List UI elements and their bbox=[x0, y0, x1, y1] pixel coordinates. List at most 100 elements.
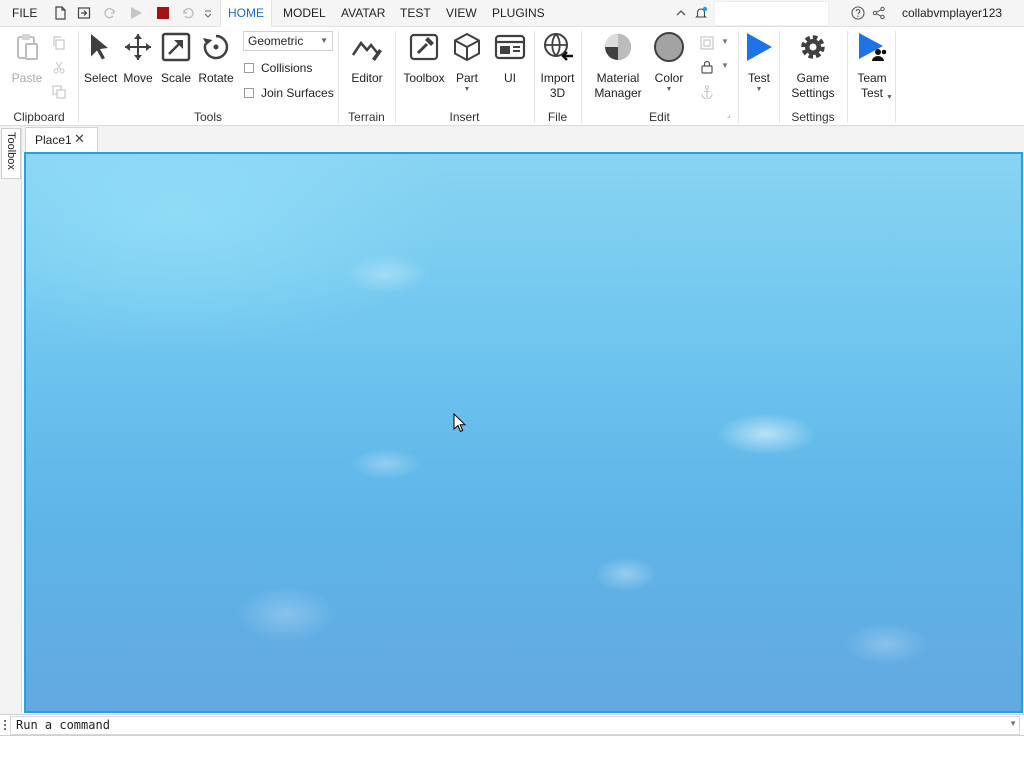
group-separator bbox=[895, 31, 896, 123]
tab-view[interactable]: VIEW bbox=[446, 0, 477, 27]
3d-viewport[interactable] bbox=[24, 152, 1023, 713]
part-button[interactable]: Part ▼ bbox=[451, 31, 483, 94]
copy-icon[interactable] bbox=[52, 36, 66, 50]
close-icon[interactable]: ✕ bbox=[74, 131, 85, 147]
toolbox-label: Toolbox bbox=[403, 71, 445, 85]
duplicate-icon[interactable] bbox=[52, 85, 66, 99]
chevron-down-icon[interactable]: ▼ bbox=[1009, 719, 1017, 728]
settings-group-label: Settings bbox=[791, 110, 835, 124]
move-tool-button[interactable]: Move bbox=[122, 31, 154, 86]
team-test-label-line2: Test bbox=[860, 86, 883, 100]
chevron-down-icon[interactable]: ▼ bbox=[886, 94, 893, 101]
tab-place1[interactable]: Place1 ✕ bbox=[25, 127, 98, 153]
menu-bar: FILE HOME MODEL AVATAR TEST VIEW PLUGINS… bbox=[0, 0, 1024, 28]
tab-model[interactable]: MODEL bbox=[283, 0, 326, 27]
rotate-tool-button[interactable]: Rotate bbox=[198, 31, 234, 86]
import-3d-label: Import bbox=[540, 71, 575, 85]
team-test-icon bbox=[859, 33, 887, 61]
clipboard-group-label: Clipboard bbox=[13, 110, 65, 124]
command-bar: Run a command ▼ bbox=[0, 714, 1024, 736]
redo-icon[interactable] bbox=[103, 6, 117, 20]
group-separator bbox=[847, 31, 848, 123]
tab-home[interactable]: HOME bbox=[220, 0, 272, 28]
document-tab-strip bbox=[22, 126, 1024, 152]
username-label[interactable]: collabvmplayer123 bbox=[902, 0, 1002, 27]
terrain-group-label: Terrain bbox=[348, 110, 385, 124]
publish-icon[interactable] bbox=[77, 6, 91, 20]
paste-label: Paste bbox=[11, 71, 43, 85]
group-separator bbox=[738, 31, 739, 123]
material-manager-label-line2: Manager bbox=[594, 86, 642, 100]
team-test-button[interactable]: Team Test bbox=[854, 31, 890, 101]
toolbox-icon bbox=[409, 33, 439, 61]
game-settings-label: Game bbox=[796, 71, 830, 85]
paste-button[interactable]: Paste bbox=[10, 31, 44, 86]
toolbox-dock-tab[interactable]: Toolbox bbox=[1, 128, 21, 179]
test-label: Test bbox=[747, 71, 770, 85]
team-test-label: Team bbox=[857, 71, 887, 85]
scale-tool-button[interactable]: Scale bbox=[160, 31, 192, 86]
gear-icon bbox=[801, 35, 825, 59]
search-box[interactable] bbox=[714, 1, 829, 26]
move-label: Move bbox=[123, 71, 153, 85]
game-settings-label-line2: Settings bbox=[791, 86, 835, 100]
ui-button[interactable]: UI bbox=[494, 31, 526, 86]
ui-window-icon bbox=[494, 34, 526, 60]
terrain-editor-label: Editor bbox=[351, 71, 383, 85]
play-icon[interactable] bbox=[129, 6, 143, 20]
help-icon[interactable] bbox=[851, 6, 865, 20]
scale-label: Scale bbox=[160, 71, 192, 85]
select-tool-button[interactable]: Select bbox=[84, 31, 118, 86]
chevron-down-icon: ▼ bbox=[665, 86, 673, 93]
select-cursor-icon bbox=[91, 34, 108, 60]
move-arrows-icon bbox=[125, 34, 151, 60]
rotate-label: Rotate bbox=[198, 71, 234, 85]
chevron-down-icon: ▼ bbox=[463, 86, 471, 93]
tab-test[interactable]: TEST bbox=[400, 0, 431, 27]
paste-icon bbox=[17, 34, 38, 60]
material-manager-button[interactable]: Material Manager bbox=[593, 31, 643, 101]
collisions-checkbox[interactable]: Collisions bbox=[244, 60, 312, 76]
cut-icon[interactable] bbox=[52, 60, 66, 74]
command-input[interactable]: Run a command bbox=[10, 716, 1020, 735]
tab-place1-label: Place1 bbox=[35, 133, 72, 147]
edit-group-label: Edit bbox=[649, 110, 670, 124]
part-label: Part bbox=[455, 71, 478, 85]
color-swatch-icon bbox=[654, 32, 684, 62]
command-input-placeholder: Run a command bbox=[16, 718, 110, 732]
ui-label: UI bbox=[504, 71, 516, 85]
grip-handle-icon[interactable] bbox=[3, 718, 7, 732]
toolbox-button[interactable]: Toolbox bbox=[402, 31, 446, 86]
color-button[interactable]: Color ▼ bbox=[652, 31, 686, 94]
quick-access-chevron-icon[interactable] bbox=[203, 6, 213, 20]
join-surfaces-checkbox[interactable]: Join Surfaces bbox=[244, 85, 334, 101]
lock-icon[interactable] bbox=[700, 60, 714, 74]
chevron-down-icon: ▼ bbox=[320, 36, 328, 45]
tab-avatar[interactable]: AVATAR bbox=[341, 0, 385, 27]
checkbox-box bbox=[244, 88, 254, 98]
snap-mode-select[interactable]: Geometric ▼ bbox=[243, 31, 333, 51]
snap-mode-value: Geometric bbox=[248, 34, 304, 48]
select-label: Select bbox=[84, 71, 118, 85]
file-menu[interactable]: FILE bbox=[12, 0, 37, 27]
collapse-ribbon-icon[interactable] bbox=[674, 6, 688, 20]
part-cube-icon bbox=[454, 32, 480, 62]
stop-icon[interactable] bbox=[156, 6, 170, 20]
anchor-icon[interactable] bbox=[700, 85, 714, 99]
join-surfaces-label: Join Surfaces bbox=[261, 86, 334, 100]
material-manager-icon bbox=[605, 34, 631, 60]
import-3d-button[interactable]: Import 3D bbox=[539, 31, 576, 101]
group-icon[interactable] bbox=[700, 36, 714, 50]
new-file-icon[interactable] bbox=[53, 6, 67, 20]
undo-icon[interactable] bbox=[181, 6, 195, 20]
terrain-editor-icon bbox=[351, 40, 382, 61]
notification-bell-icon[interactable] bbox=[694, 6, 708, 20]
chevron-down-icon[interactable]: ▼ bbox=[721, 37, 729, 46]
toolbox-dock-tab-label: Toolbox bbox=[5, 132, 17, 170]
tab-plugins[interactable]: PLUGINS bbox=[492, 0, 545, 27]
terrain-editor-button[interactable]: Editor bbox=[346, 31, 388, 86]
share-icon[interactable] bbox=[872, 6, 886, 20]
game-settings-button[interactable]: Game Settings bbox=[790, 31, 836, 101]
chevron-down-icon[interactable]: ▼ bbox=[721, 61, 729, 70]
test-button[interactable]: Test ▼ bbox=[743, 31, 775, 94]
